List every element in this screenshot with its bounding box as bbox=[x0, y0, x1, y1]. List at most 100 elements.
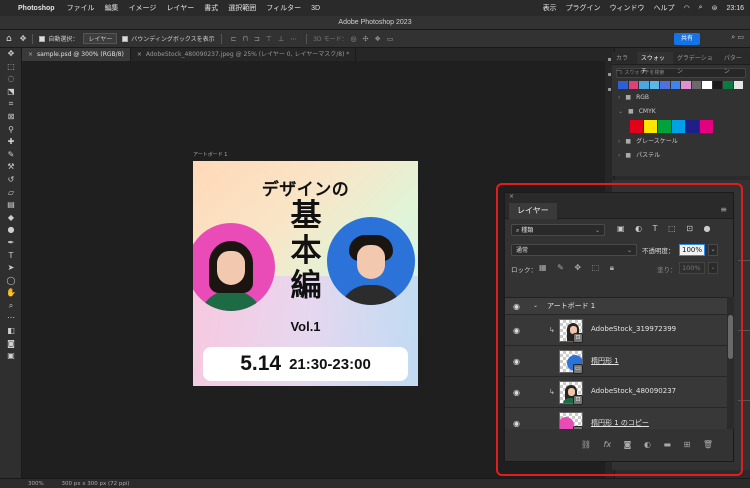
menu-layer[interactable]: レイヤー bbox=[166, 3, 194, 13]
doc-tab-adobestock[interactable]: × AdobeStock_480090237.jpeg @ 25% (レイヤー 0… bbox=[131, 48, 357, 61]
eye-icon[interactable]: ◉ bbox=[513, 388, 520, 397]
filter-shape-icon[interactable]: ⬚ bbox=[668, 224, 676, 233]
frame-tool-icon[interactable]: ⊠ bbox=[0, 111, 22, 124]
chevron-down-icon[interactable]: ⌄ bbox=[533, 302, 538, 309]
healing-brush-icon[interactable]: ✚ bbox=[0, 136, 22, 149]
swatch-chip[interactable] bbox=[628, 81, 638, 89]
filter-type-icon[interactable]: T bbox=[653, 224, 658, 233]
artboard-tool-icon[interactable]: ⬚ bbox=[0, 61, 22, 74]
add-mask-icon[interactable]: ◙ bbox=[624, 440, 632, 449]
move-tool-icon[interactable]: ✥ bbox=[0, 48, 22, 61]
object-select-icon[interactable]: ⬔ bbox=[0, 86, 22, 99]
fill-input[interactable]: 100% bbox=[679, 262, 705, 274]
doc-info[interactable]: 300 px x 300 px (72 ppi) bbox=[61, 481, 129, 487]
screen-mode-icon[interactable]: ▣ bbox=[0, 350, 22, 363]
swatch-folder-grayscale[interactable]: › ■ グレースケール bbox=[612, 135, 750, 149]
menu-app-name[interactable]: Photoshop bbox=[18, 5, 55, 12]
eye-icon[interactable]: ◉ bbox=[513, 302, 520, 311]
swatch-chip[interactable] bbox=[691, 81, 701, 89]
menu-select[interactable]: 選択範囲 bbox=[228, 3, 256, 13]
lock-all-icon[interactable]: 🔒︎ bbox=[610, 263, 614, 272]
new-group-icon[interactable]: ▬ bbox=[663, 440, 671, 449]
swatch-folder-cmyk[interactable]: ⌄ ■ CMYK bbox=[612, 105, 750, 119]
artboard[interactable]: デザインの 基本編 Vol.1 5.14 21:30-23:00 bbox=[193, 161, 418, 386]
eyedropper-icon[interactable]: ⚲ bbox=[0, 124, 22, 137]
quick-mask-icon[interactable]: ◙ bbox=[0, 338, 22, 351]
panel-menu-icon[interactable]: ≡ bbox=[720, 205, 727, 214]
filter-pixel-icon[interactable]: ▣ bbox=[617, 224, 625, 233]
swatch-chip[interactable] bbox=[733, 81, 743, 89]
swatch-chip[interactable] bbox=[723, 81, 733, 89]
cmyk-swatch-chip[interactable] bbox=[644, 120, 657, 133]
edit-toolbar-icon[interactable]: ⋯ bbox=[0, 312, 22, 325]
layer-row[interactable]: ◉ ↳ ⊡ AdobeStock_480090237 bbox=[505, 377, 727, 408]
align-top-icon[interactable]: ⊤ bbox=[266, 35, 272, 43]
lock-artboard-icon[interactable]: ⬚ bbox=[592, 263, 600, 272]
swatch-chip[interactable] bbox=[702, 81, 712, 89]
layer-row[interactable]: ◉ ▭ 楕円形 1 のコピー bbox=[505, 408, 727, 429]
close-icon[interactable]: × bbox=[137, 51, 142, 58]
dodge-tool-icon[interactable]: ● bbox=[0, 224, 22, 237]
trash-icon[interactable]: 🗑︎ bbox=[703, 440, 713, 449]
swatch-chip[interactable] bbox=[712, 81, 722, 89]
layer-filter-dropdown[interactable]: ⌕ 種類 ⌄ bbox=[511, 224, 605, 236]
menu-view[interactable]: 表示 bbox=[543, 3, 557, 13]
swatch-folder-rgb[interactable]: › ■ RGB bbox=[612, 91, 750, 105]
history-brush-icon[interactable]: ↺ bbox=[0, 174, 22, 187]
link-layers-icon[interactable]: ⛓ bbox=[581, 440, 591, 449]
layer-row[interactable]: ◉ ▭ 楕円形 1 bbox=[505, 346, 727, 377]
tab-color[interactable]: カラー bbox=[612, 52, 637, 75]
video-icon[interactable]: ▭ bbox=[387, 35, 394, 43]
control-center-icon[interactable]: ⊜ bbox=[712, 4, 718, 12]
menu-plugins[interactable]: プラグイン bbox=[566, 3, 601, 13]
more-options-icon[interactable]: ⋯ bbox=[290, 35, 297, 43]
auto-select-checkbox[interactable] bbox=[39, 35, 46, 42]
filter-smart-object-icon[interactable]: ⊡ bbox=[686, 224, 693, 233]
align-left-icon[interactable]: ⊏ bbox=[231, 35, 237, 43]
search-icon[interactable]: ⌕ bbox=[731, 33, 735, 41]
new-layer-icon[interactable]: ⊞ bbox=[684, 440, 691, 449]
eye-icon[interactable]: ◉ bbox=[513, 326, 520, 335]
home-icon[interactable]: ⌂ bbox=[6, 34, 12, 44]
wifi-icon[interactable]: ◠ bbox=[684, 4, 690, 12]
tab-swatches[interactable]: スウォッチ bbox=[636, 52, 673, 75]
share-button[interactable]: 共有 bbox=[674, 33, 700, 45]
zoom-tool-icon[interactable]: ⌕ bbox=[0, 300, 22, 313]
bounding-box-checkbox[interactable] bbox=[122, 35, 129, 42]
color-swatch-icon[interactable]: ◧ bbox=[0, 325, 22, 338]
menu-help[interactable]: ヘルプ bbox=[654, 3, 675, 13]
adjustment-layer-icon[interactable]: ◐ bbox=[644, 440, 651, 449]
crop-tool-icon[interactable]: ⌗ bbox=[0, 98, 22, 111]
cmyk-swatch-chip[interactable] bbox=[686, 120, 699, 133]
menu-edit[interactable]: 編集 bbox=[105, 3, 119, 13]
swatch-chip[interactable] bbox=[681, 81, 691, 89]
clone-stamp-icon[interactable]: ⚒ bbox=[0, 161, 22, 174]
menu-file[interactable]: ファイル bbox=[67, 3, 95, 13]
layer-row[interactable]: ◉ ↳ ⊡ AdobeStock_319972399 bbox=[505, 315, 727, 346]
orbit-icon[interactable]: ◎ bbox=[350, 35, 356, 43]
gradient-tool-icon[interactable]: ▤ bbox=[0, 199, 22, 212]
menu-3d[interactable]: 3D bbox=[311, 5, 320, 12]
swatch-chip[interactable] bbox=[660, 81, 670, 89]
layer-list-scrollbar[interactable] bbox=[727, 297, 734, 429]
menu-type[interactable]: 書式 bbox=[204, 3, 218, 13]
align-right-icon[interactable]: ⊐ bbox=[254, 35, 260, 43]
filter-toggle-icon[interactable]: ● bbox=[703, 224, 710, 233]
tab-gradients[interactable]: グラデーション bbox=[673, 52, 720, 75]
menu-filter[interactable]: フィルター bbox=[266, 3, 301, 13]
opacity-input[interactable]: 100% bbox=[679, 244, 705, 256]
swatch-chip[interactable] bbox=[670, 81, 680, 89]
zoom-level[interactable]: 300% bbox=[28, 481, 44, 487]
move-tool-icon[interactable]: ✥ bbox=[20, 34, 27, 43]
align-middle-icon[interactable]: ⊥ bbox=[278, 35, 284, 43]
hand-tool-icon[interactable]: ✋ bbox=[0, 287, 22, 300]
swatch-chip[interactable] bbox=[649, 81, 659, 89]
cmyk-swatch-chip[interactable] bbox=[630, 120, 643, 133]
eye-icon[interactable]: ◉ bbox=[513, 357, 520, 366]
lock-transparency-icon[interactable]: ▦ bbox=[539, 263, 547, 272]
swatch-chip[interactable] bbox=[639, 81, 649, 89]
blend-mode-dropdown[interactable]: 通常 ⌄ bbox=[511, 244, 637, 256]
shape-tool-icon[interactable]: ◯ bbox=[0, 275, 22, 288]
blur-tool-icon[interactable]: ◆ bbox=[0, 212, 22, 225]
chevron-down-icon[interactable]: ⌄ bbox=[708, 244, 718, 256]
